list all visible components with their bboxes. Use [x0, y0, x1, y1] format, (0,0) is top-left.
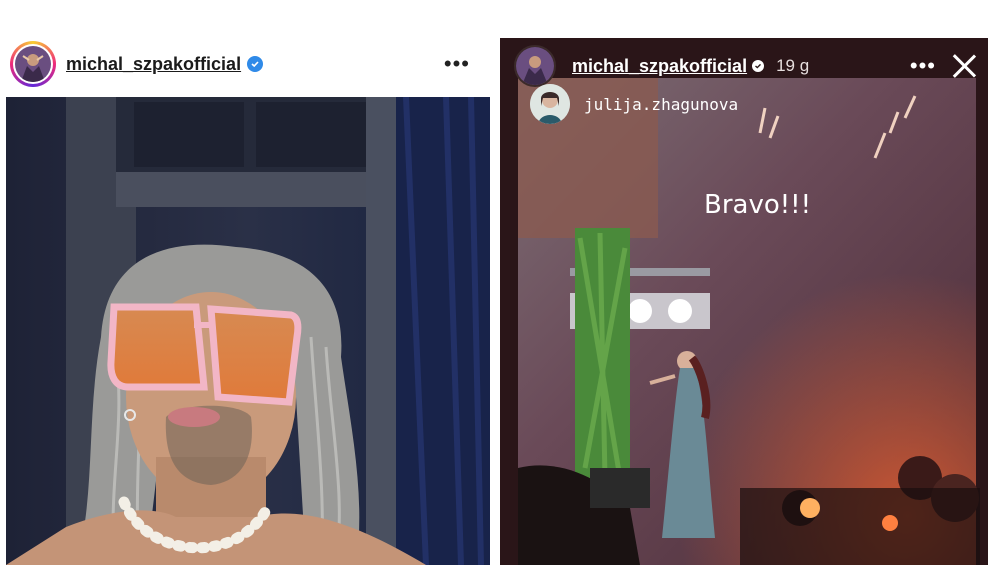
- story-username[interactable]: michal_szpakofficial: [572, 56, 747, 77]
- post-avatar[interactable]: [10, 41, 56, 87]
- close-icon[interactable]: [950, 52, 978, 80]
- story-header: michal_szpakofficial 19 g •••: [514, 44, 984, 88]
- verified-badge-icon: [752, 60, 765, 72]
- more-options-icon[interactable]: •••: [444, 53, 470, 75]
- mention-sticker[interactable]: julija.zhagunova: [530, 84, 738, 124]
- story-timestamp: 19 g: [776, 56, 810, 75]
- story-avatar[interactable]: [514, 45, 556, 87]
- more-options-icon[interactable]: •••: [910, 53, 936, 79]
- post-username[interactable]: michal_szpakofficial: [66, 54, 241, 75]
- mention-username: julija.zhagunova: [584, 94, 739, 114]
- story-view: michal_szpakofficial 19 g ••• julija.zha…: [500, 38, 988, 565]
- avatar-photo: [15, 46, 51, 82]
- post-photo[interactable]: [6, 97, 490, 565]
- mention-avatar: [530, 84, 570, 124]
- post-header: michal_szpakofficial •••: [10, 38, 488, 90]
- feed-post: michal_szpakofficial •••: [0, 0, 495, 565]
- verified-badge-icon: [247, 56, 264, 72]
- story-text-overlay: Bravo!!!: [704, 190, 812, 220]
